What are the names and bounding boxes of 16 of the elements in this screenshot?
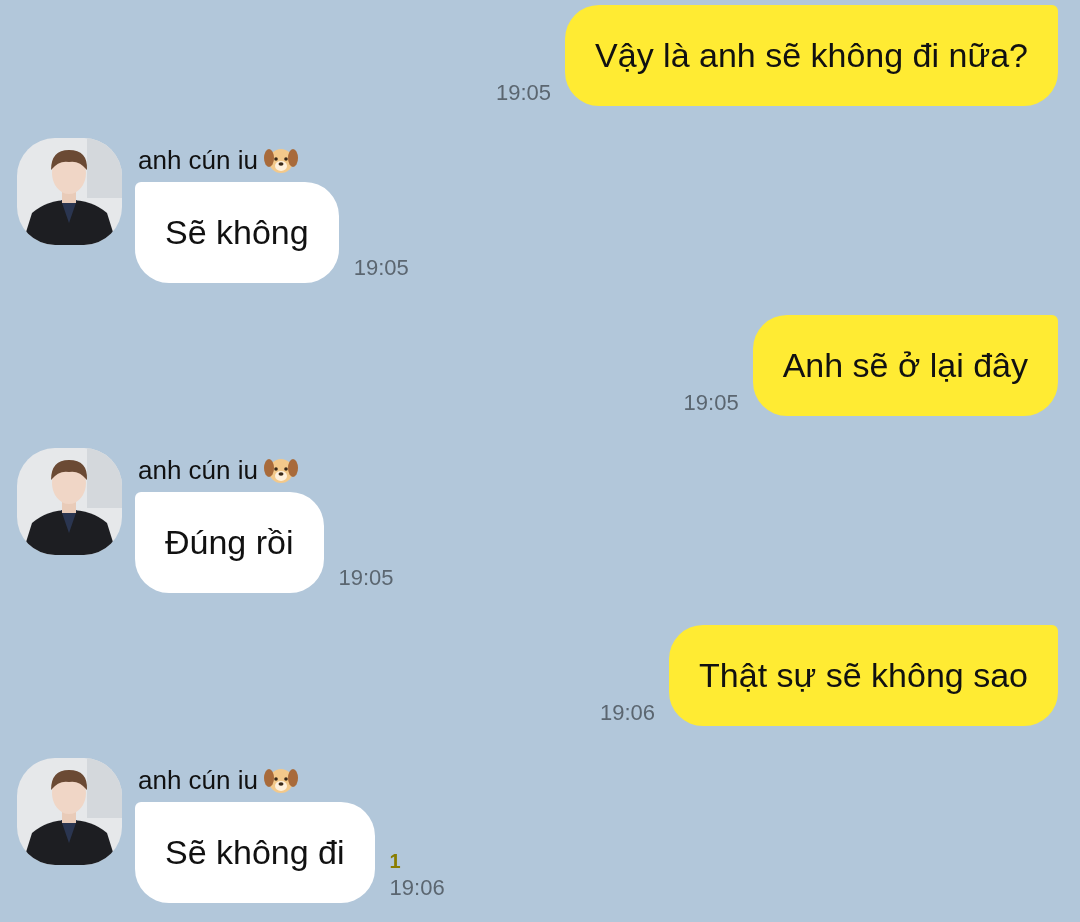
sent-message: Vậy là anh sẽ không đi nữa? <box>565 5 1058 106</box>
message-time: 19:06 <box>389 877 445 899</box>
sender-name: anh cún iu <box>138 454 258 486</box>
sent-message: Thật sự sẽ không sao <box>669 625 1058 726</box>
unread-count: 1 <box>389 851 401 871</box>
message-time: 19:05 <box>338 567 394 589</box>
received-message: Đúng rồi <box>135 492 324 593</box>
message-time: 19:06 <box>600 700 656 725</box>
sender-name: anh cún iu <box>138 144 258 176</box>
message-time: 19:05 <box>496 80 552 105</box>
message-time: 19:05 <box>353 257 409 279</box>
received-message: Sẽ không <box>135 182 339 283</box>
sent-message: Anh sẽ ở lại đây <box>752 315 1058 416</box>
sender-name: anh cún iu <box>138 764 258 796</box>
message-time: 19:05 <box>683 390 739 415</box>
received-message: Sẽ không đi <box>135 802 375 903</box>
